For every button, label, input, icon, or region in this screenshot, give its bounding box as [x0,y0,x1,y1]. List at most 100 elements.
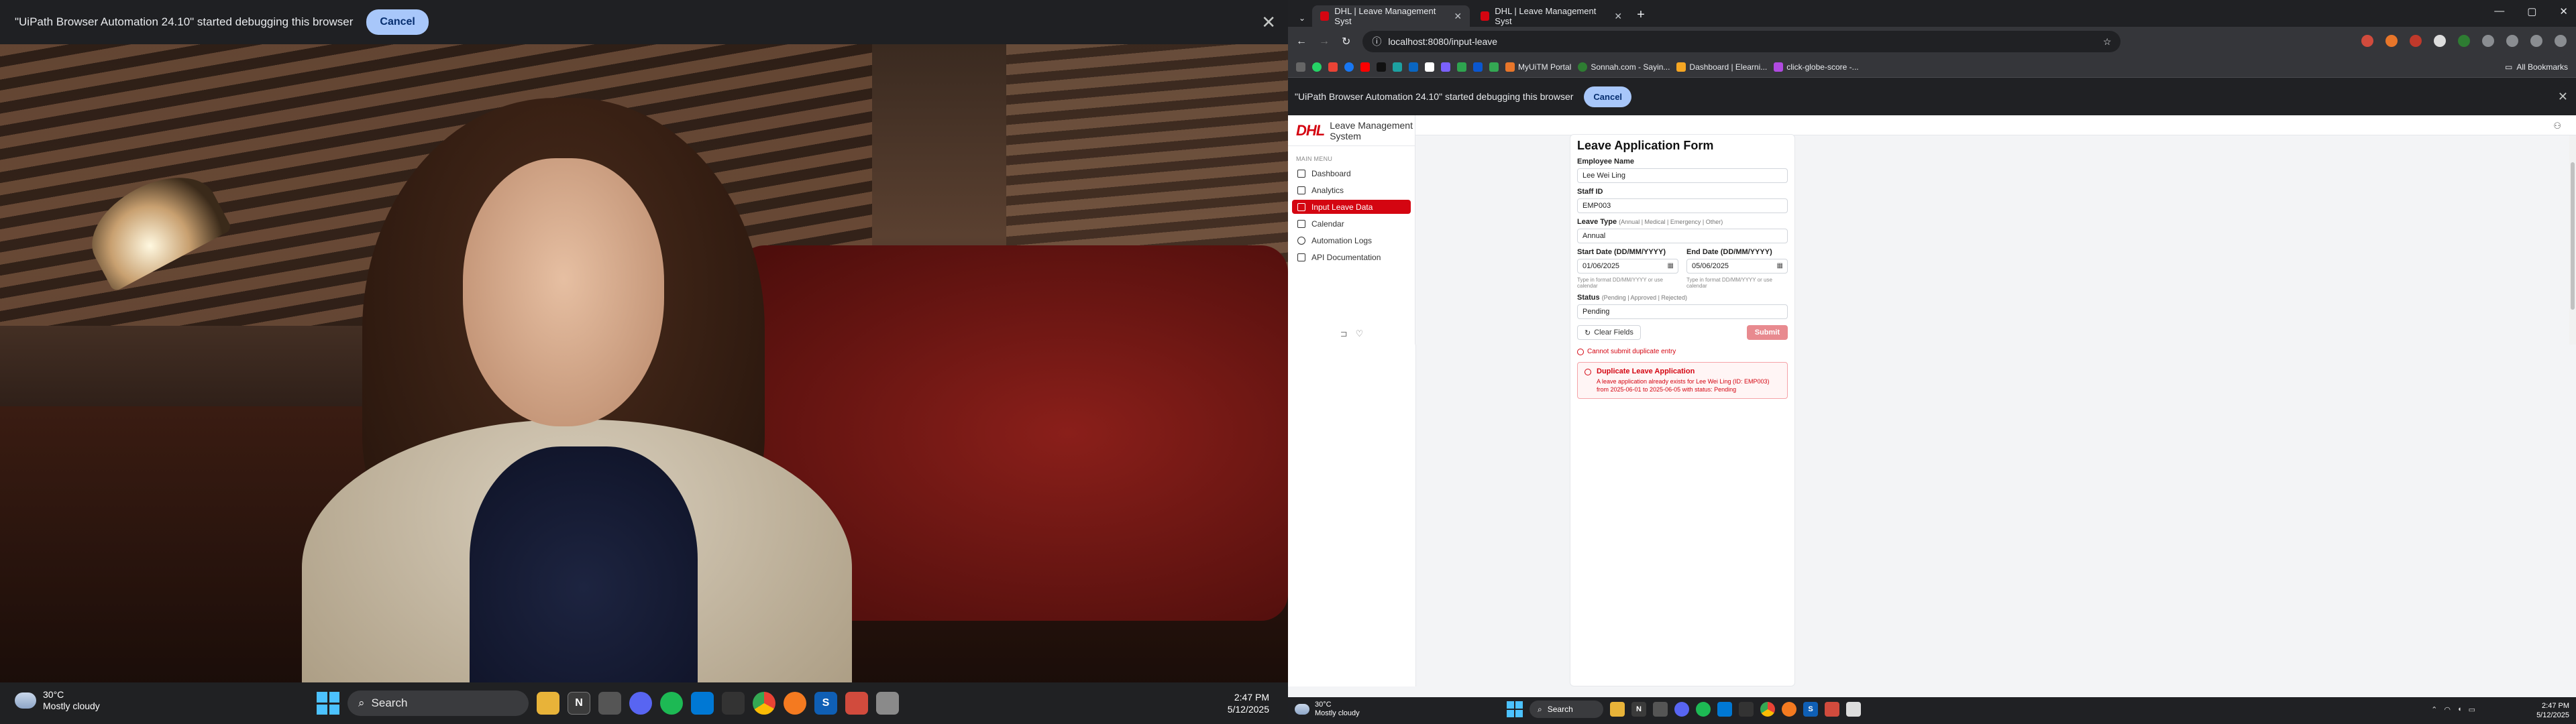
terminal-icon[interactable] [722,692,745,715]
postman-icon[interactable] [784,692,806,715]
bookmark-star-icon[interactable]: ☆ [2103,36,2112,48]
infobar-cancel-button[interactable]: Cancel [1584,86,1632,107]
uipath-studio-icon[interactable]: S [814,692,837,715]
bookmark-sonnah[interactable]: Sonnah.com - Sayin... [1578,62,1670,72]
nav-analytics[interactable]: Analytics [1292,183,1411,197]
nav-automation-logs[interactable]: Automation Logs [1292,233,1411,247]
back-icon[interactable]: ← [1296,36,1307,48]
forward-icon[interactable]: → [1319,36,1330,48]
battery-icon[interactable]: ▭ [2469,705,2475,714]
scrollbar-thumb[interactable] [2571,162,2575,310]
close-icon[interactable]: ✕ [1261,12,1276,33]
nav-input-leave-data[interactable]: Input Leave Data [1292,200,1411,214]
nav-calendar[interactable]: Calendar [1292,217,1411,231]
discord-icon[interactable] [1674,702,1689,717]
taskbar-search[interactable]: ⌕ Search [347,690,529,716]
vscode-icon[interactable] [1717,702,1732,717]
postman-icon[interactable] [1782,702,1796,717]
weather-widget[interactable]: 30°C Mostly cloudy [15,689,100,712]
apps-grid-icon[interactable] [1296,62,1305,72]
video-player[interactable] [0,44,1288,682]
extension-icon[interactable] [2458,35,2470,47]
heart-icon[interactable]: ♡ [1356,328,1364,339]
bookmark-icon[interactable] [1457,62,1466,72]
status-input[interactable]: Pending [1577,304,1788,319]
new-tab-icon[interactable]: + [1633,7,1649,27]
bookmark-elearning[interactable]: Dashboard | Elearni... [1676,62,1767,72]
bookmark-myuitm[interactable]: MyUiTM Portal [1505,62,1571,72]
browser-tab-active[interactable]: DHL | Leave Management Syst ✕ [1312,5,1470,27]
bookmark-github-icon[interactable] [1425,62,1434,72]
bookmark-icon[interactable] [1393,62,1402,72]
spotify-icon[interactable] [660,692,683,715]
app-icon[interactable] [1653,702,1668,717]
app-icon-white[interactable] [1846,702,1861,717]
staff-id-input[interactable]: EMP003 [1577,198,1788,213]
vscode-icon[interactable] [691,692,714,715]
tab-close-icon[interactable]: ✕ [1614,11,1622,22]
spotify-icon[interactable] [1696,702,1711,717]
menu-dots-icon[interactable] [2555,35,2567,47]
uipath-studio-icon[interactable]: S [1803,702,1818,717]
volume-icon[interactable]: ◖ [2457,705,2462,714]
windows-start-icon[interactable] [1507,701,1523,717]
wifi-icon[interactable]: ◠ [2444,705,2451,714]
tab-search-icon[interactable]: ⌄ [1295,13,1309,27]
page-scrollbar[interactable] [2569,135,2576,345]
all-bookmarks[interactable]: ▭ All Bookmarks [2505,62,2568,72]
notion-icon[interactable]: N [1631,702,1646,717]
chrome-icon[interactable] [1760,702,1775,717]
app-icon[interactable] [598,692,621,715]
bookmark-gmail-icon[interactable] [1328,62,1338,72]
brave-icon[interactable] [845,692,868,715]
collapse-icon[interactable]: ⊐ [1340,328,1348,339]
calendar-icon[interactable]: ▦ [1777,262,1783,269]
tab-close-icon[interactable]: ✕ [1454,11,1462,22]
calendar-icon[interactable]: ▦ [1668,262,1674,269]
file-explorer-icon[interactable] [537,692,559,715]
user-icon[interactable]: ⚇ [2553,121,2561,131]
brave-icon[interactable] [1825,702,1839,717]
bookmark-icon[interactable] [1377,62,1386,72]
clear-fields-button[interactable]: ↻ Clear Fields [1577,325,1641,340]
taskbar-clock[interactable]: 2:47 PM 5/12/2025 [1228,691,1269,715]
weather-widget[interactable]: 30°C Mostly cloudy [1295,701,1360,718]
bookmark-facebook-icon[interactable] [1344,62,1354,72]
terminal-icon[interactable] [1739,702,1754,717]
employee-name-input[interactable]: Lee Wei Ling [1577,168,1788,183]
window-close-icon[interactable]: ✕ [2559,5,2568,17]
taskbar-clock[interactable]: 2:47 PM 5/12/2025 [2536,701,2569,720]
bookmark-icon[interactable] [1409,62,1418,72]
bookmark-youtube-icon[interactable] [1360,62,1370,72]
extension-icon[interactable] [2434,35,2446,47]
discord-icon[interactable] [629,692,652,715]
infobar-close-icon[interactable]: ✕ [2558,90,2568,104]
chevron-up-icon[interactable]: ⌃ [2431,705,2437,714]
url-input[interactable]: ⓘ localhost:8080/input-leave ☆ [1362,31,2121,52]
extension-icon[interactable] [2385,35,2398,47]
site-info-icon[interactable]: ⓘ [1372,35,1381,48]
bookmark-icon[interactable] [1441,62,1450,72]
windows-start-icon[interactable] [317,692,339,715]
submit-button[interactable]: Submit [1746,325,1788,340]
bookmark-icon[interactable] [1473,62,1483,72]
app-icon-gray[interactable] [876,692,899,715]
bookmark-icon[interactable] [1489,62,1499,72]
notion-icon[interactable]: N [568,692,590,715]
reload-icon[interactable]: ↻ [1342,35,1350,48]
end-date-input[interactable]: 05/06/2025 ▦ [1686,259,1788,274]
file-explorer-icon[interactable] [1610,702,1625,717]
minimize-icon[interactable]: — [2494,5,2504,17]
maximize-icon[interactable]: ▢ [2527,5,2536,17]
extension-icon[interactable] [2482,35,2494,47]
extension-icon[interactable] [2410,35,2422,47]
taskbar-search[interactable]: ⌕ Search [1529,701,1603,718]
extensions-puzzle-icon[interactable] [2506,35,2518,47]
profile-avatar-icon[interactable] [2530,35,2542,47]
bookmark-click-globe[interactable]: click-globe-score -... [1774,62,1859,72]
browser-tab[interactable]: DHL | Leave Management Syst ✕ [1472,5,1630,27]
bookmark-whatsapp-icon[interactable] [1312,62,1322,72]
chrome-icon[interactable] [753,692,775,715]
start-date-input[interactable]: 01/06/2025 ▦ [1577,259,1678,274]
leave-type-input[interactable]: Annual [1577,229,1788,243]
